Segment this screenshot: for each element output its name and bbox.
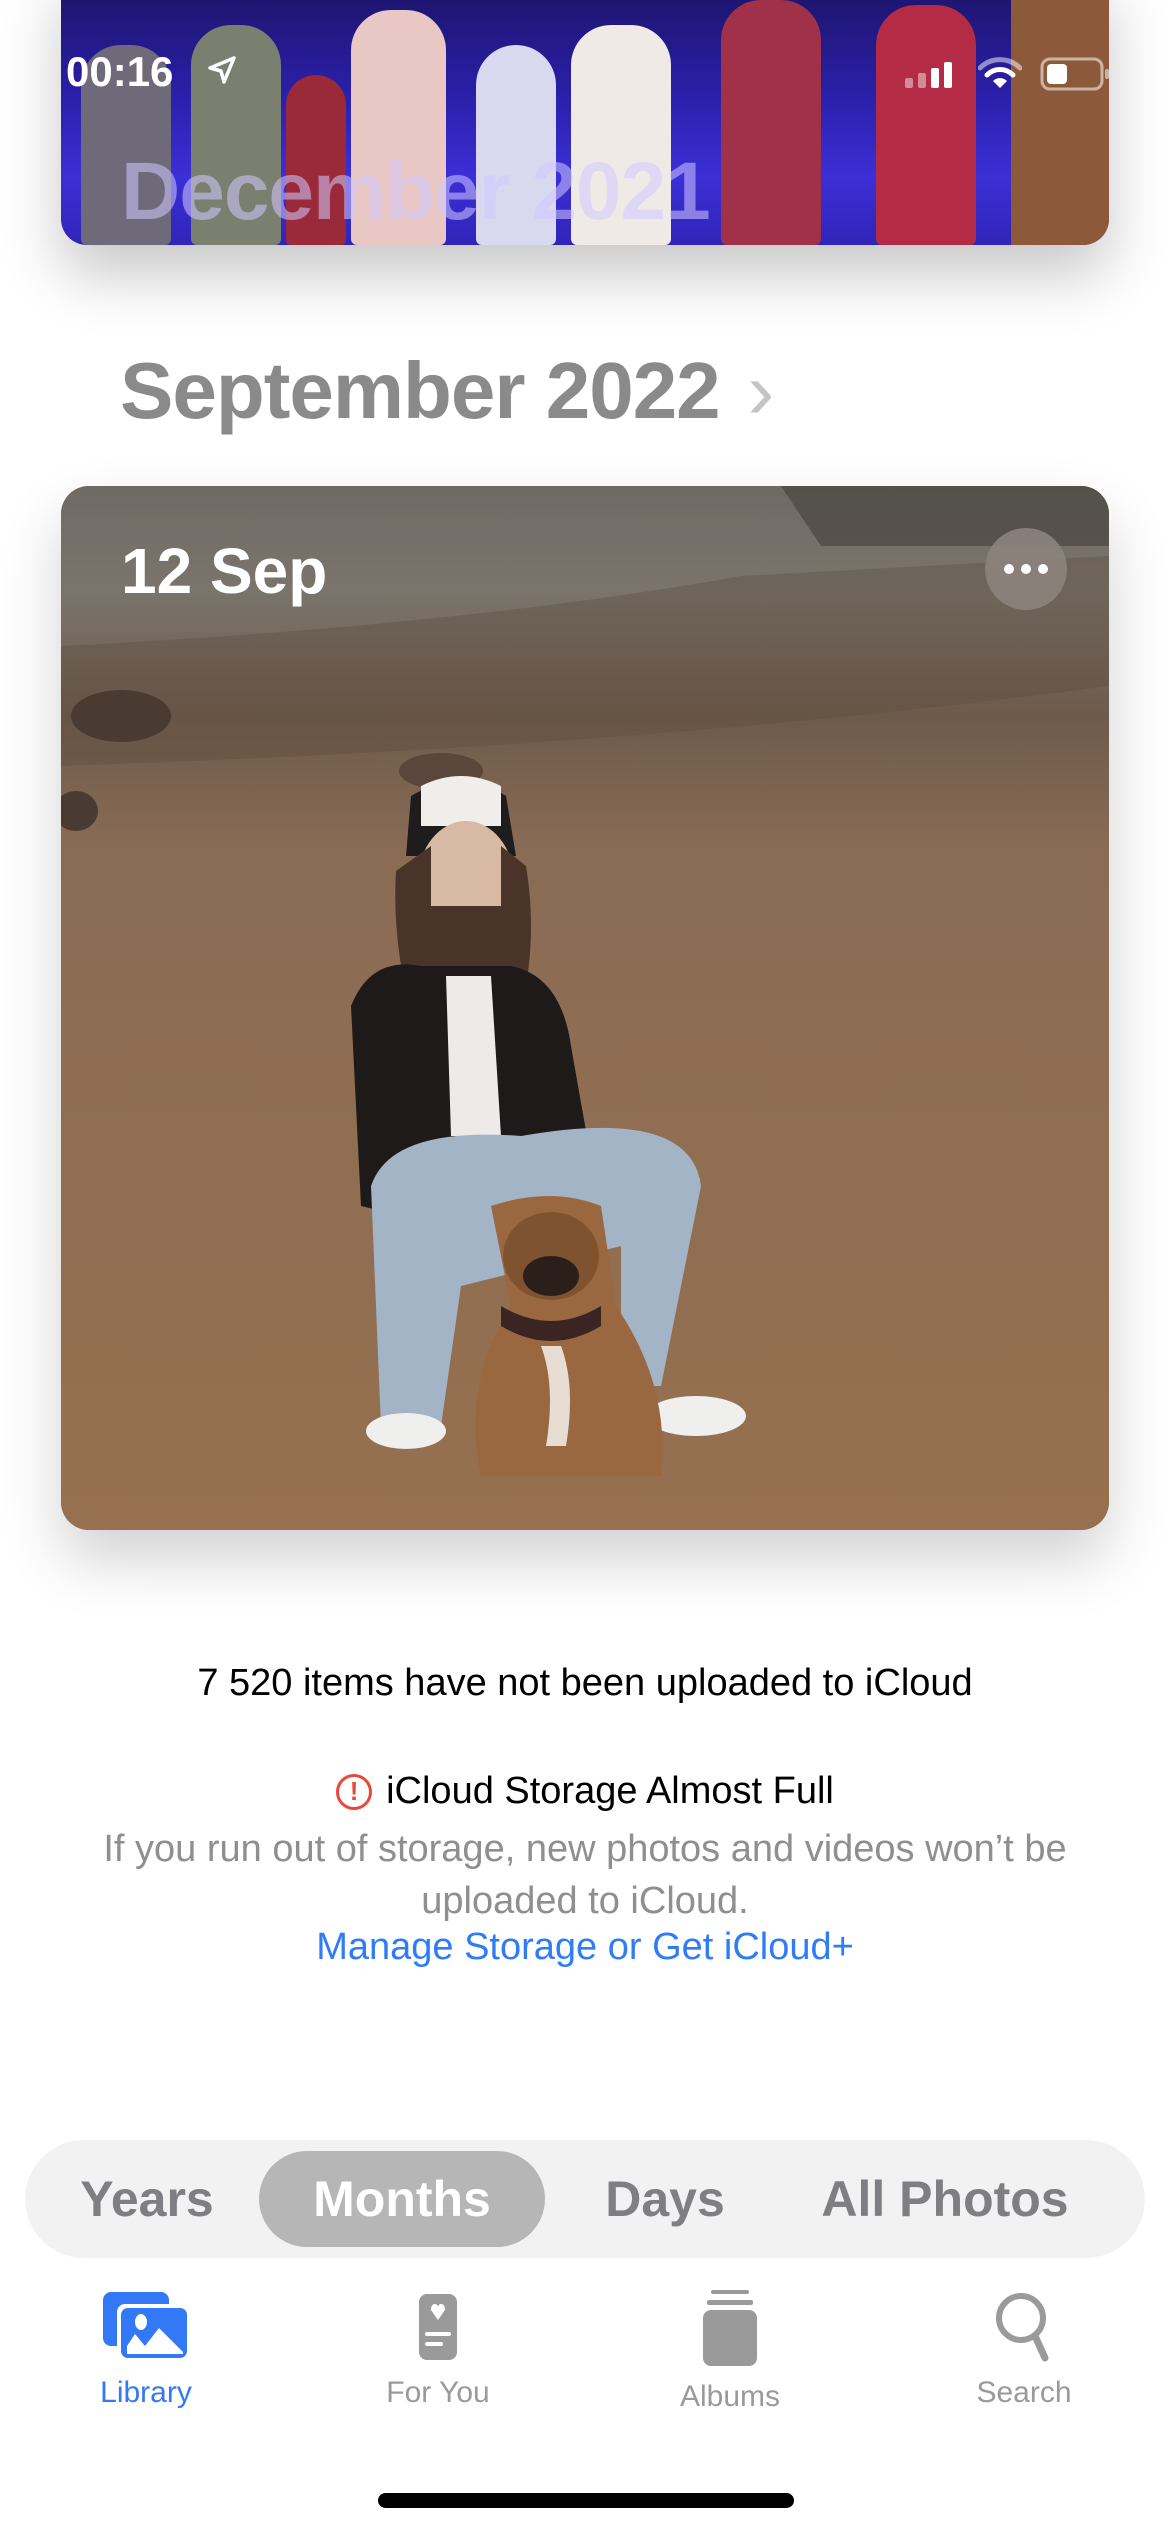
battery-icon [1040, 57, 1109, 91]
upload-status-text: 7 520 items have not been uploaded to iC… [197, 1662, 973, 1704]
alert-icon: ! [336, 1773, 373, 1810]
month-title-button[interactable]: September 2022 › [120, 345, 775, 437]
ellipsis-icon-dot [1021, 564, 1031, 574]
tab-label: Albums [679, 2380, 781, 2413]
photo-beach-woman-dog [61, 486, 1109, 1530]
day-label: 12 Sep [121, 535, 328, 607]
month-label: December 2021 [121, 146, 711, 237]
storage-warning-body: If you run out of storage, new photos an… [103, 1828, 1067, 1922]
tab-label: For You [386, 2376, 490, 2409]
status-bar: 00:16 [0, 0, 1170, 150]
month-title: September 2022 [120, 346, 721, 435]
photo-library-icon [103, 2292, 191, 2362]
cellular-signal-icon [905, 62, 952, 88]
more-options-button[interactable] [985, 528, 1067, 610]
status-time: 00:16 [66, 48, 174, 95]
library-view-segmented-control: Years Months Days All Photos [25, 2140, 1145, 2258]
segment-days[interactable]: Days [555, 2151, 775, 2247]
segment-all-photos[interactable]: All Photos [795, 2151, 1095, 2247]
segment-months[interactable]: Months [259, 2151, 545, 2247]
albums-icon [703, 2290, 757, 2366]
chevron-right-icon: › [747, 346, 775, 435]
storage-warning-label: iCloud Storage Almost Full [386, 1770, 834, 1812]
wifi-icon [978, 57, 1022, 88]
for-you-icon [419, 2294, 457, 2360]
tab-library[interactable]: Library [46, 2290, 246, 2410]
home-indicator[interactable] [378, 2493, 794, 2508]
storage-warning-title: ! iCloud Storage Almost Full [0, 1770, 1170, 1813]
ellipsis-icon-dot [1004, 564, 1014, 574]
location-arrow-icon [208, 56, 236, 84]
segment-years[interactable]: Years [47, 2151, 247, 2247]
tab-label: Library [100, 2376, 192, 2409]
tab-bar: Library For You Albums Search [0, 2290, 1170, 2450]
photo-card-september-2022[interactable]: 12 Sep [61, 486, 1109, 1530]
tab-for-you[interactable]: For You [338, 2290, 538, 2410]
tab-albums[interactable]: Albums [630, 2290, 830, 2414]
ellipsis-icon-dot [1038, 564, 1048, 574]
manage-storage-link[interactable]: Manage Storage or Get iCloud+ [0, 1926, 1170, 1969]
search-icon [996, 2293, 1049, 2362]
tab-label: Search [976, 2376, 1072, 2409]
tab-search[interactable]: Search [924, 2290, 1124, 2410]
